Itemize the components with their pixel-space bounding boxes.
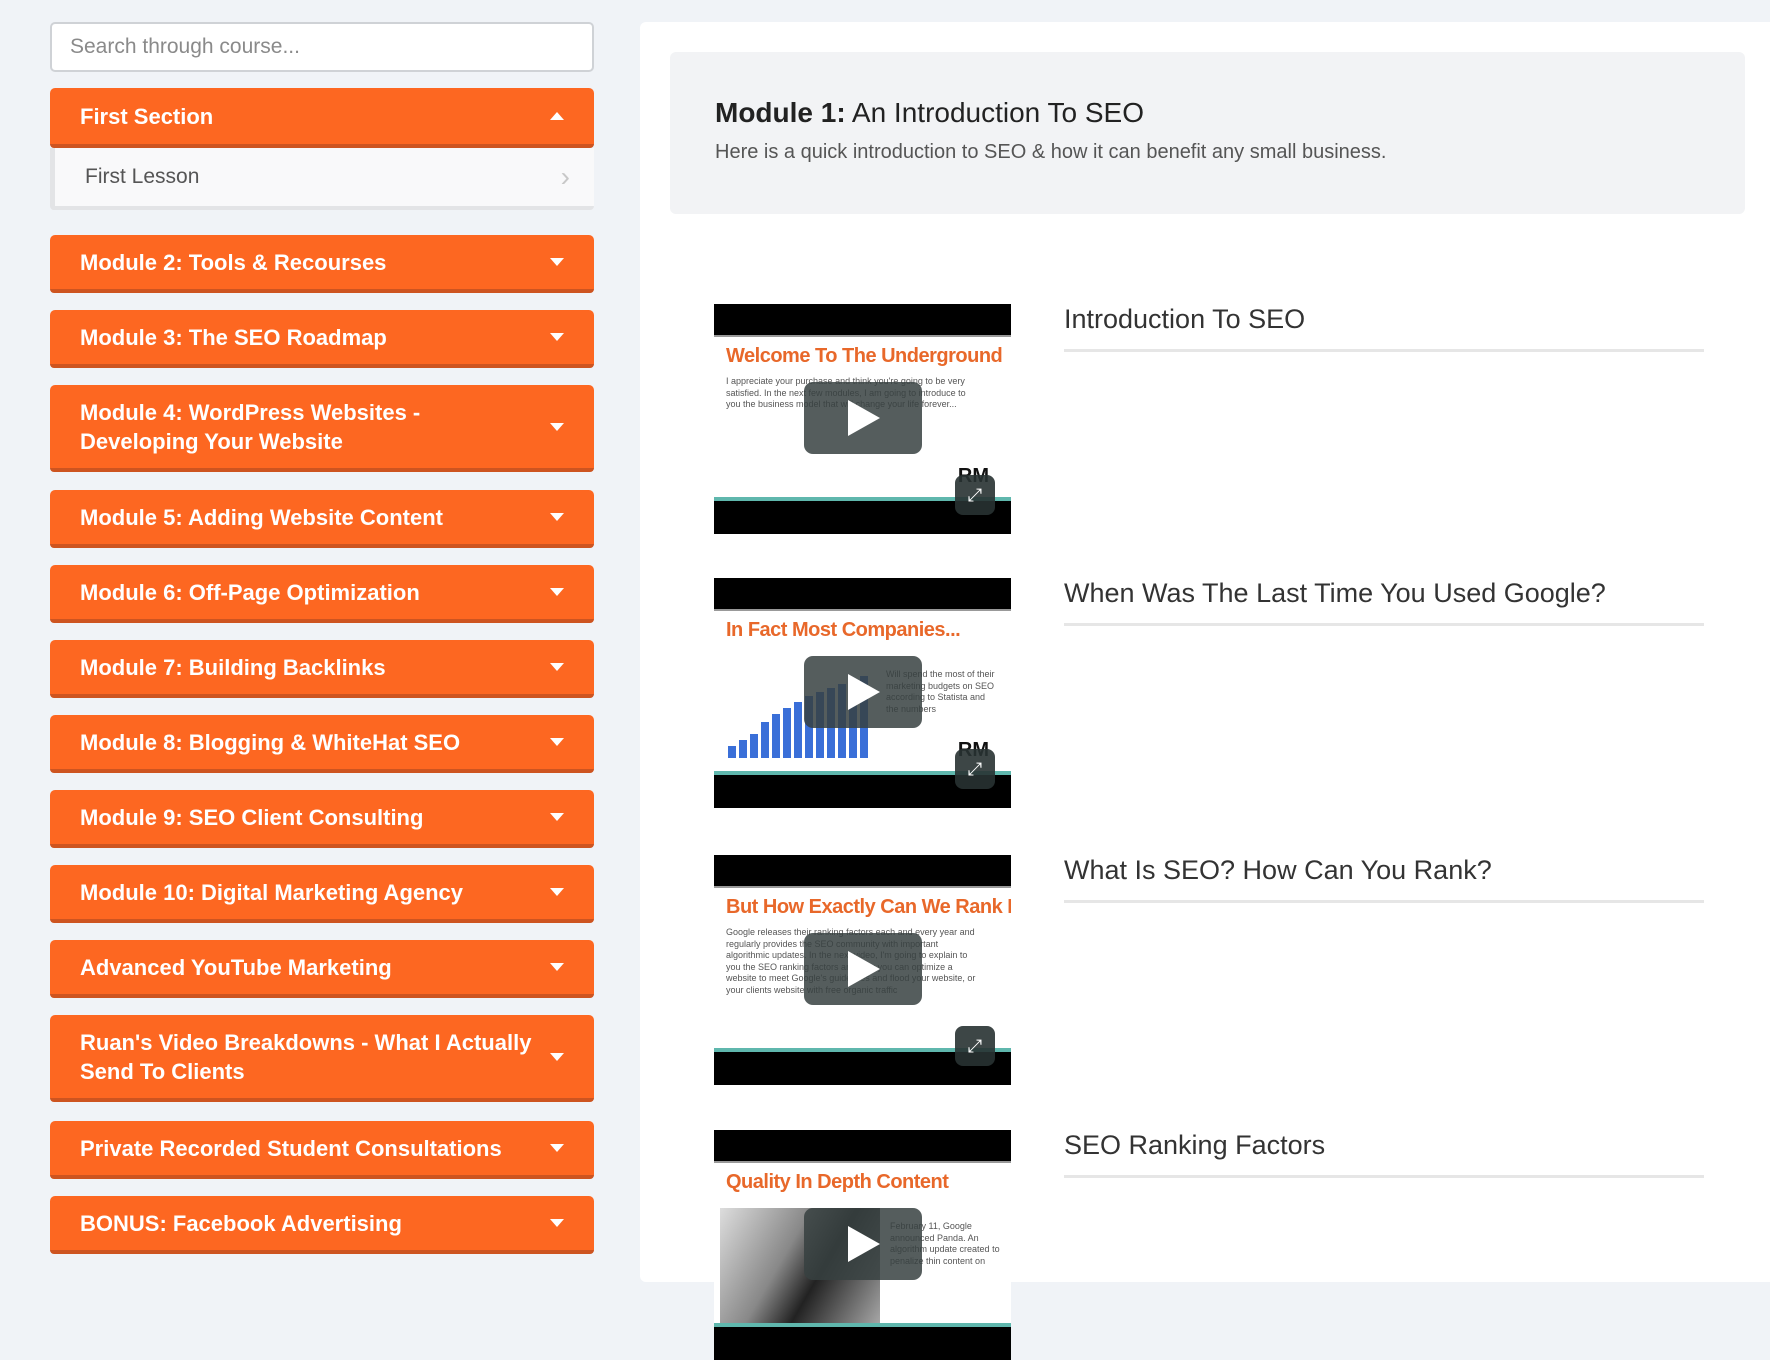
video-player[interactable]: In Fact Most Companies... Will spend the… bbox=[714, 578, 1011, 808]
video-lesson: In Fact Most Companies... Will spend the… bbox=[714, 578, 1704, 808]
section-header[interactable]: Advanced YouTube Marketing bbox=[50, 940, 594, 998]
section-header[interactable]: Module 5: Adding Website Content bbox=[50, 490, 594, 548]
section-header[interactable]: Module 9: SEO Client Consulting bbox=[50, 790, 594, 848]
slide-chart-bar bbox=[750, 734, 758, 758]
section-header[interactable]: Module 7: Building Backlinks bbox=[50, 640, 594, 698]
slide-title: In Fact Most Companies... bbox=[726, 619, 961, 641]
caret-down-icon bbox=[550, 588, 564, 596]
section-header[interactable]: Module 8: Blogging & WhiteHat SEO bbox=[50, 715, 594, 773]
section-label: Module 6: Off-Page Optimization bbox=[80, 579, 420, 605]
video-title[interactable]: When Was The Last Time You Used Google? bbox=[1064, 578, 1704, 626]
section-label: Module 8: Blogging & WhiteHat SEO bbox=[80, 729, 461, 755]
section-label: Module 4: WordPress Websites - Developin… bbox=[80, 399, 421, 454]
slide-title: Quality In Depth Content bbox=[726, 1171, 949, 1193]
section-header[interactable]: Module 4: WordPress Websites - Developin… bbox=[50, 385, 594, 472]
lesson-item[interactable]: First Lesson › bbox=[50, 148, 594, 210]
section-label: BONUS: Facebook Advertising bbox=[80, 1210, 402, 1236]
section-header[interactable]: Private Recorded Student Consultations bbox=[50, 1121, 594, 1179]
caret-down-icon bbox=[550, 1052, 564, 1061]
video-lesson: Quality In Depth Content February 11, Go… bbox=[714, 1130, 1704, 1360]
caret-down-icon bbox=[550, 422, 564, 431]
section-label: Module 9: SEO Client Consulting bbox=[80, 804, 424, 830]
search-input[interactable] bbox=[50, 22, 594, 72]
section-header[interactable]: First Section bbox=[50, 88, 594, 148]
course-sidebar: First Section First Lesson › Module 2: Tool… bbox=[50, 22, 594, 1254]
fullscreen-icon[interactable]: ⤢ bbox=[955, 1026, 995, 1066]
section-label: Ruan's Video Breakdowns - What I Actuall… bbox=[80, 1029, 532, 1084]
slide-chart-bar bbox=[739, 740, 747, 758]
play-icon[interactable] bbox=[804, 382, 922, 454]
module-name: An Introduction To SEO bbox=[851, 97, 1145, 128]
slide-title: Welcome To The Underground bbox=[726, 345, 1003, 367]
section-header[interactable]: Ruan's Video Breakdowns - What I Actuall… bbox=[50, 1015, 594, 1102]
caret-up-icon bbox=[550, 112, 564, 120]
video-player[interactable]: But How Exactly Can We Rank In Google? G… bbox=[714, 855, 1011, 1085]
section-header[interactable]: Module 10: Digital Marketing Agency bbox=[50, 865, 594, 923]
section-label: Module 3: The SEO Roadmap bbox=[80, 324, 387, 350]
caret-down-icon bbox=[550, 663, 564, 671]
play-icon[interactable] bbox=[804, 933, 922, 1005]
caret-down-icon bbox=[550, 888, 564, 896]
module-description: Here is a quick introduction to SEO & ho… bbox=[715, 141, 1387, 163]
section-label: Module 2: Tools & Recourses bbox=[80, 249, 387, 275]
section-label: Private Recorded Student Consultations bbox=[80, 1135, 502, 1161]
fullscreen-icon[interactable]: ⤢ bbox=[955, 749, 995, 789]
slide-chart-bar bbox=[794, 702, 802, 758]
section-header[interactable]: BONUS: Facebook Advertising bbox=[50, 1196, 594, 1254]
play-icon[interactable] bbox=[804, 1208, 922, 1280]
video-title[interactable]: What Is SEO? How Can You Rank? bbox=[1064, 855, 1704, 903]
main-content: Module 1: An Introduction To SEO Here is… bbox=[640, 22, 1770, 1360]
video-lesson: But How Exactly Can We Rank In Google? G… bbox=[714, 855, 1704, 1085]
fullscreen-icon[interactable]: ⤢ bbox=[955, 475, 995, 515]
section-label: Advanced YouTube Marketing bbox=[80, 954, 392, 980]
slide-title: But How Exactly Can We Rank In Google? bbox=[726, 896, 1011, 918]
section-header[interactable]: Module 3: The SEO Roadmap bbox=[50, 310, 594, 368]
caret-down-icon bbox=[550, 258, 564, 266]
section-label: Module 10: Digital Marketing Agency bbox=[80, 879, 464, 905]
video-lesson: Welcome To The Underground I appreciate … bbox=[714, 304, 1704, 534]
module-title: Module 1: An Introduction To SEO bbox=[715, 97, 1700, 129]
chevron-right-icon: › bbox=[560, 161, 570, 192]
slide-chart-bar bbox=[761, 722, 769, 758]
caret-down-icon bbox=[550, 513, 564, 521]
slide-chart-bar bbox=[783, 708, 791, 758]
section-label: First Section bbox=[80, 103, 214, 129]
section-header[interactable]: Module 2: Tools & Recourses bbox=[50, 235, 594, 293]
lesson-label: First Lesson bbox=[85, 165, 200, 188]
section-label: Module 5: Adding Website Content bbox=[80, 504, 443, 530]
slide-chart-bar bbox=[772, 714, 780, 758]
video-title[interactable]: Introduction To SEO bbox=[1064, 304, 1704, 352]
caret-down-icon bbox=[550, 1144, 564, 1152]
section-header[interactable]: Module 6: Off-Page Optimization bbox=[50, 565, 594, 623]
video-player[interactable]: Quality In Depth Content February 11, Go… bbox=[714, 1130, 1011, 1360]
section-label: Module 7: Building Backlinks bbox=[80, 654, 386, 680]
video-title[interactable]: SEO Ranking Factors bbox=[1064, 1130, 1704, 1178]
caret-down-icon bbox=[550, 813, 564, 821]
slide-chart-bar bbox=[728, 746, 736, 758]
caret-down-icon bbox=[550, 963, 564, 971]
play-icon[interactable] bbox=[804, 656, 922, 728]
caret-down-icon bbox=[550, 333, 564, 341]
module-number: Module 1: bbox=[715, 97, 846, 128]
caret-down-icon bbox=[550, 1219, 564, 1227]
video-player[interactable]: Welcome To The Underground I appreciate … bbox=[714, 304, 1011, 534]
module-header: Module 1: An Introduction To SEO Here is… bbox=[670, 52, 1745, 214]
caret-down-icon bbox=[550, 738, 564, 746]
